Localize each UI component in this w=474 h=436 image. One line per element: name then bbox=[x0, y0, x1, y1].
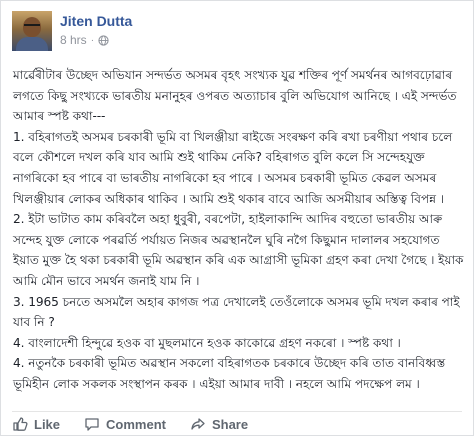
post-paragraph: 4. নতুনকৈ চৰকাৰী ভূমিত অৱস্থান সকলো বহিৰ… bbox=[13, 356, 449, 391]
facebook-post: Jiten Dutta 8 hrs · মাৰ্ৱেৰীটাৰ উচ্ছেদ অ… bbox=[0, 0, 474, 436]
post-paragraph: মাৰ্ৱেৰীটাৰ উচ্ছেদ অভিযান সন্দৰ্ভত অসমৰ … bbox=[13, 68, 461, 124]
globe-icon[interactable] bbox=[98, 34, 109, 46]
post-body: মাৰ্ৱেৰীটাৰ উচ্ছেদ অভিযান সন্দৰ্ভত অসমৰ … bbox=[13, 65, 465, 395]
author-avatar[interactable] bbox=[12, 11, 52, 51]
post-meta: 8 hrs · bbox=[60, 33, 109, 47]
post-paragraph: 1. বহিৰাগতই অসমৰ চৰকাৰী ভূমি বা খিলঞ্জীয… bbox=[13, 129, 456, 206]
like-button[interactable]: Like bbox=[12, 416, 60, 432]
post-actions-bar: Like Comment Share bbox=[12, 411, 462, 434]
share-button[interactable]: Share bbox=[190, 416, 248, 432]
post-header: Jiten Dutta 8 hrs · bbox=[12, 11, 452, 55]
post-paragraph: 3. 1965 চনতে অসমলৈ অহাৰ কাগজ পত্ৰ দেখালে… bbox=[13, 294, 464, 330]
comment-label: Comment bbox=[106, 416, 166, 432]
share-label: Share bbox=[211, 416, 249, 432]
comment-bubble-icon bbox=[85, 418, 99, 431]
author-name[interactable]: Jiten Dutta bbox=[60, 13, 132, 29]
post-timestamp[interactable]: 8 hrs bbox=[60, 33, 87, 47]
like-label: Like bbox=[34, 416, 61, 432]
thumbs-up-icon bbox=[13, 417, 28, 431]
post-paragraph: 2. ইটা ভাটাত কাম কৰিবলৈ অহা ধুবুৰী, বৰপে… bbox=[13, 212, 468, 288]
meta-separator: · bbox=[90, 34, 95, 46]
post-paragraph: 4. বাংলাদেশী হিন্দুৱে হওক বা মুছলমানে হও… bbox=[13, 335, 401, 350]
comment-button[interactable]: Comment bbox=[84, 416, 166, 432]
share-arrow-icon bbox=[191, 418, 205, 430]
